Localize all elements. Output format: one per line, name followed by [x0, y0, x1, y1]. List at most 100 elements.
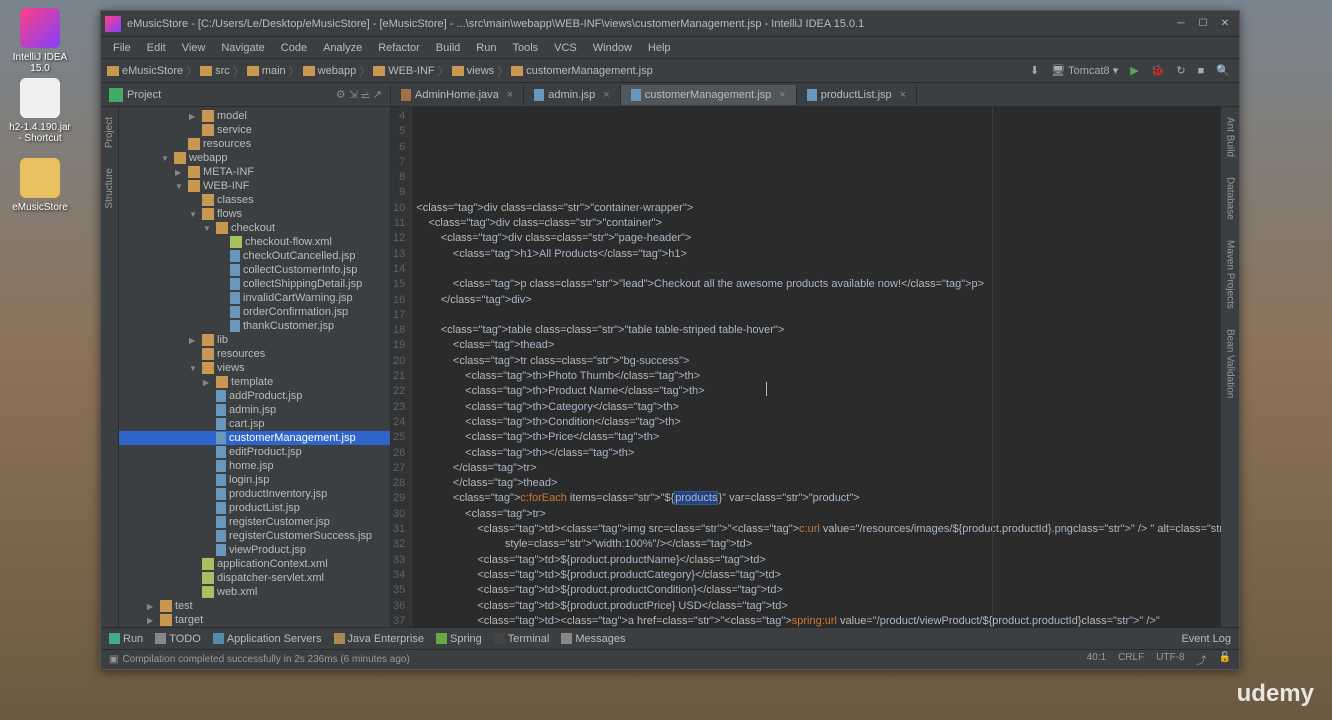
breadcrumb-item[interactable]: views〉: [452, 63, 509, 79]
status-insert-icon[interactable]: ⤴: [1197, 652, 1207, 667]
tree-item[interactable]: ▼views: [119, 361, 390, 375]
status-encoding[interactable]: UTF-8: [1156, 652, 1184, 667]
breadcrumb-item[interactable]: WEB-INF〉: [373, 63, 448, 79]
menu-navigate[interactable]: Navigate: [213, 40, 272, 56]
menu-build[interactable]: Build: [428, 40, 468, 56]
code-line[interactable]: <class="tag">th></class="tag">th>: [416, 446, 1221, 461]
tree-item[interactable]: ▶test: [119, 599, 390, 613]
project-tree[interactable]: ▶modelserviceresources▼webapp▶META-INF▼W…: [119, 107, 391, 627]
tree-item[interactable]: dispatcher-servlet.xml: [119, 571, 390, 585]
menu-tools[interactable]: Tools: [504, 40, 546, 56]
editor-tab[interactable]: customerManagement.jsp×: [621, 85, 797, 105]
tree-item[interactable]: productList.jsp: [119, 501, 390, 515]
breadcrumb-item[interactable]: main〉: [247, 63, 300, 79]
maximize-icon[interactable]: ☐: [1197, 18, 1209, 30]
build-icon[interactable]: ⬇: [1027, 63, 1042, 78]
tree-item[interactable]: ▼flows: [119, 207, 390, 221]
sidebar-tab-antbuild[interactable]: Ant Build: [1225, 117, 1236, 157]
tree-item[interactable]: checkOutCancelled.jsp: [119, 249, 390, 263]
code-line[interactable]: <class="tag">c:forEach items=class="str"…: [416, 491, 1221, 506]
tree-item[interactable]: login.jsp: [119, 473, 390, 487]
tree-item[interactable]: orderConfirmation.jsp: [119, 305, 390, 319]
menu-edit[interactable]: Edit: [139, 40, 174, 56]
sidebar-tab-database[interactable]: Database: [1225, 177, 1236, 220]
code-line[interactable]: <class="tag">div class=class="str">"cont…: [416, 201, 1221, 216]
menu-file[interactable]: File: [105, 40, 139, 56]
tree-item[interactable]: productInventory.jsp: [119, 487, 390, 501]
desktop-icon-emusicstore[interactable]: eMusicStore: [8, 158, 72, 213]
code-line[interactable]: </class="tag">tr>: [416, 461, 1221, 476]
run-config-dropdown[interactable]: 🖥 Tomcat8 ▾: [1048, 63, 1121, 78]
breadcrumb-item[interactable]: webapp〉: [303, 63, 371, 79]
desktop-icon-h2jar[interactable]: h2-1.4.190.jar - Shortcut: [8, 78, 72, 144]
code-line[interactable]: <class="tag">div class=class="str">"page…: [416, 231, 1221, 246]
menu-refactor[interactable]: Refactor: [370, 40, 428, 56]
status-line-separator[interactable]: CRLF: [1118, 652, 1144, 667]
tree-item[interactable]: ▼checkout: [119, 221, 390, 235]
tree-item[interactable]: resources: [119, 347, 390, 361]
bottom-spring[interactable]: Spring: [436, 633, 482, 645]
code-line[interactable]: <class="tag">h1>All Products</class="tag…: [416, 247, 1221, 262]
tree-item[interactable]: addProduct.jsp: [119, 389, 390, 403]
status-lock-icon[interactable]: 🔓: [1219, 652, 1231, 667]
bottom-run[interactable]: Run: [109, 633, 143, 645]
code-line[interactable]: <class="tag">td>${product.productPrice} …: [416, 599, 1221, 614]
tree-item[interactable]: home.jsp: [119, 459, 390, 473]
sidebar-tab-maven[interactable]: Maven Projects: [1225, 240, 1236, 309]
tree-item[interactable]: checkout-flow.xml: [119, 235, 390, 249]
tree-item[interactable]: editProduct.jsp: [119, 445, 390, 459]
editor-tab[interactable]: productList.jsp×: [797, 85, 917, 105]
bottom-messages[interactable]: Messages: [561, 633, 625, 645]
tree-item[interactable]: invalidCartWarning.jsp: [119, 291, 390, 305]
code-line[interactable]: style=class="str">"width:100%"/></class=…: [416, 537, 1221, 552]
tree-item[interactable]: ▶target: [119, 613, 390, 627]
tree-item[interactable]: viewProduct.jsp: [119, 543, 390, 557]
toggle-tool-windows-icon[interactable]: ▣: [109, 654, 118, 665]
debug-icon[interactable]: 🐞: [1148, 63, 1168, 78]
project-tool-header[interactable]: Project ⚙ ⇲ ⥨ ↗: [101, 86, 391, 104]
bottom-terminal[interactable]: Terminal: [494, 633, 550, 645]
code-line[interactable]: <class="tag">td>${product.productCategor…: [416, 568, 1221, 583]
stop-icon[interactable]: ■: [1195, 64, 1208, 78]
bottom-appservers[interactable]: Application Servers: [213, 633, 322, 645]
code-editor[interactable]: <class="tag">div class=class="str">"cont…: [412, 107, 1221, 627]
code-line[interactable]: <class="tag">td><class="tag">img src=cla…: [416, 522, 1221, 537]
tree-item[interactable]: applicationContext.xml: [119, 557, 390, 571]
tree-item[interactable]: cart.jsp: [119, 417, 390, 431]
tree-item[interactable]: admin.jsp: [119, 403, 390, 417]
menu-analyze[interactable]: Analyze: [315, 40, 370, 56]
code-line[interactable]: <class="tag">th>Product Name</class="tag…: [416, 384, 1221, 399]
tree-item[interactable]: ▶lib: [119, 333, 390, 347]
menu-vcs[interactable]: VCS: [546, 40, 585, 56]
sidebar-tab-bean[interactable]: Bean Validation: [1225, 329, 1236, 398]
bottom-todo[interactable]: TODO: [155, 633, 201, 645]
tree-item[interactable]: thankCustomer.jsp: [119, 319, 390, 333]
code-line[interactable]: <class="tag">td>${product.productConditi…: [416, 583, 1221, 598]
tree-item[interactable]: resources: [119, 137, 390, 151]
code-line[interactable]: <class="tag">tr>: [416, 507, 1221, 522]
code-line[interactable]: <class="tag">th>Photo Thumb</class="tag"…: [416, 369, 1221, 384]
code-line[interactable]: <class="tag">td><class="tag">a href=clas…: [416, 614, 1221, 627]
code-line[interactable]: [416, 308, 1221, 323]
code-line[interactable]: <class="tag">th>Price</class="tag">th>: [416, 430, 1221, 445]
sidebar-tab-structure[interactable]: Structure: [104, 168, 115, 209]
run-icon[interactable]: ▶: [1127, 63, 1141, 78]
code-line[interactable]: <class="tag">p class=class="str">"lead">…: [416, 277, 1221, 292]
menu-view[interactable]: View: [174, 40, 214, 56]
menu-help[interactable]: Help: [640, 40, 679, 56]
tree-item[interactable]: classes: [119, 193, 390, 207]
code-line[interactable]: [416, 185, 1221, 200]
editor-tab[interactable]: AdminHome.java×: [391, 85, 524, 105]
code-line[interactable]: [416, 262, 1221, 277]
menu-run[interactable]: Run: [468, 40, 504, 56]
rerun-icon[interactable]: ↻: [1173, 63, 1188, 78]
menu-code[interactable]: Code: [273, 40, 315, 56]
bottom-eventlog[interactable]: Event Log: [1181, 633, 1231, 645]
sidebar-tab-project[interactable]: Project: [104, 117, 115, 148]
code-line[interactable]: </class="tag">div>: [416, 293, 1221, 308]
code-line[interactable]: <class="tag">thead>: [416, 338, 1221, 353]
tree-item[interactable]: ▶META-INF: [119, 165, 390, 179]
code-line[interactable]: <class="tag">div class=class="str">"cont…: [416, 216, 1221, 231]
tree-item[interactable]: registerCustomer.jsp: [119, 515, 390, 529]
code-line[interactable]: </class="tag">thead>: [416, 476, 1221, 491]
